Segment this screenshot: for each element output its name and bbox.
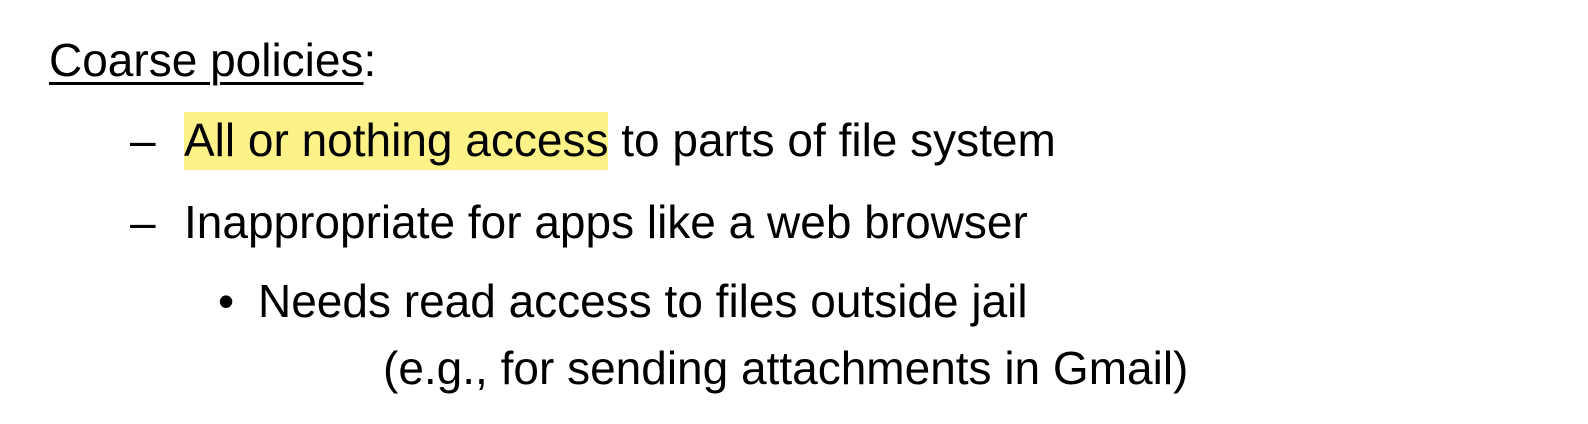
bullet-text: Inappropriate for apps like a web browse… <box>184 196 1028 248</box>
slide-heading: Coarse policies: <box>49 32 376 88</box>
sub-bullet-text-line2: (e.g., for sending attachments in Gmail) <box>383 342 1189 394</box>
bullet-dot-marker: • <box>218 275 235 327</box>
bullet-text: to parts of file system <box>608 114 1056 166</box>
dash-marker: – <box>130 196 156 248</box>
highlighted-text: All or nothing access <box>184 112 609 170</box>
heading-colon: : <box>363 34 377 86</box>
bullet-item: – Inappropriate for apps like a web brows… <box>130 194 1028 250</box>
slide: Coarse policies: – All or nothing access … <box>0 0 1588 424</box>
sub-bullet-text: Needs read access to files outside jail <box>258 275 1028 327</box>
heading-title: Coarse policies <box>49 34 364 86</box>
sub-bullet-item: • Needs read access to files outside jail <box>218 273 1028 329</box>
bullet-item: – All or nothing access to parts of file … <box>130 112 1056 170</box>
sub-bullet-continuation: (e.g., for sending attachments in Gmail) <box>383 340 1188 396</box>
dash-marker: – <box>130 114 156 166</box>
